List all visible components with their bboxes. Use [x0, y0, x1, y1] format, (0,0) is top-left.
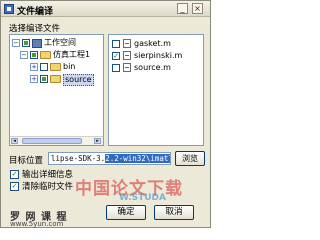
tree-item-label: 工作空间	[44, 38, 76, 47]
window-title: 文件编译	[17, 7, 54, 17]
workspace-checkbox[interactable]	[22, 39, 30, 47]
file-checkbox[interactable]	[112, 40, 120, 48]
m-file-icon	[123, 39, 131, 48]
clear-temp-label: 清除临时文件	[22, 182, 74, 192]
source-checkbox[interactable]	[40, 75, 48, 83]
m-file-icon	[123, 63, 131, 72]
tree-item-label: 仿真工程1	[53, 50, 91, 59]
scroll-right-icon[interactable]: ▸	[94, 138, 101, 144]
target-path-input[interactable]: lipse-SDK-3.2.2-win32\imatla	[48, 152, 171, 165]
horizontal-scrollbar[interactable]: ◂ ▸	[10, 136, 103, 145]
file-checkbox[interactable]	[112, 64, 120, 72]
collapse-icon[interactable]: −	[20, 51, 28, 59]
footer-url: www.5yun.com	[10, 220, 64, 228]
target-location-label: 目标位置	[9, 156, 44, 166]
bin-checkbox[interactable]	[40, 63, 48, 71]
collapse-icon[interactable]: −	[12, 39, 20, 47]
app-icon	[4, 4, 14, 14]
file-list[interactable]: gasket.m ✓ sierpinski.m source.m	[108, 34, 204, 146]
project-icon	[40, 51, 51, 59]
expand-icon[interactable]: +	[30, 75, 38, 83]
minimize-button[interactable]: _	[177, 3, 188, 14]
folder-icon	[50, 63, 61, 71]
verbose-output-label: 输出详细信息	[22, 170, 74, 180]
watermark-url: W.STUDA	[119, 193, 166, 203]
file-label: sierpinski.m	[134, 51, 183, 60]
browse-button[interactable]: 浏览	[175, 151, 205, 166]
title-bar: 文件编译 _ ×	[1, 1, 210, 17]
clear-temp-checkbox[interactable]: ✓	[10, 182, 19, 191]
folder-tree[interactable]: − 工作空间 − 仿真工程1 + bin + source ◂ ▸	[9, 34, 104, 146]
file-label: gasket.m	[134, 39, 171, 48]
file-label: source.m	[134, 63, 171, 72]
target-path-selected: 2.2-win32\imatla	[105, 154, 170, 163]
scroll-left-icon[interactable]: ◂	[11, 138, 18, 144]
close-button[interactable]: ×	[192, 3, 203, 14]
compile-dialog: 文件编译 _ × 选择编译文件 − 工作空间 − 仿真工程1 + bin + s	[0, 0, 211, 228]
select-files-label: 选择编译文件	[9, 24, 61, 34]
tree-item-label: bin	[63, 62, 76, 71]
scroll-thumb[interactable]	[22, 138, 82, 144]
project-checkbox[interactable]	[30, 51, 38, 59]
workspace-icon	[32, 39, 42, 48]
target-path-prefix: lipse-SDK-3.	[51, 154, 106, 163]
file-checkbox[interactable]: ✓	[112, 52, 120, 60]
folder-icon	[50, 75, 61, 83]
tree-item-label: source	[63, 74, 94, 86]
expand-icon[interactable]: +	[30, 63, 38, 71]
verbose-output-checkbox[interactable]: ✓	[10, 170, 19, 179]
ok-button[interactable]: 确定	[106, 205, 146, 220]
cancel-button[interactable]: 取消	[154, 205, 194, 220]
m-file-icon	[123, 51, 131, 60]
